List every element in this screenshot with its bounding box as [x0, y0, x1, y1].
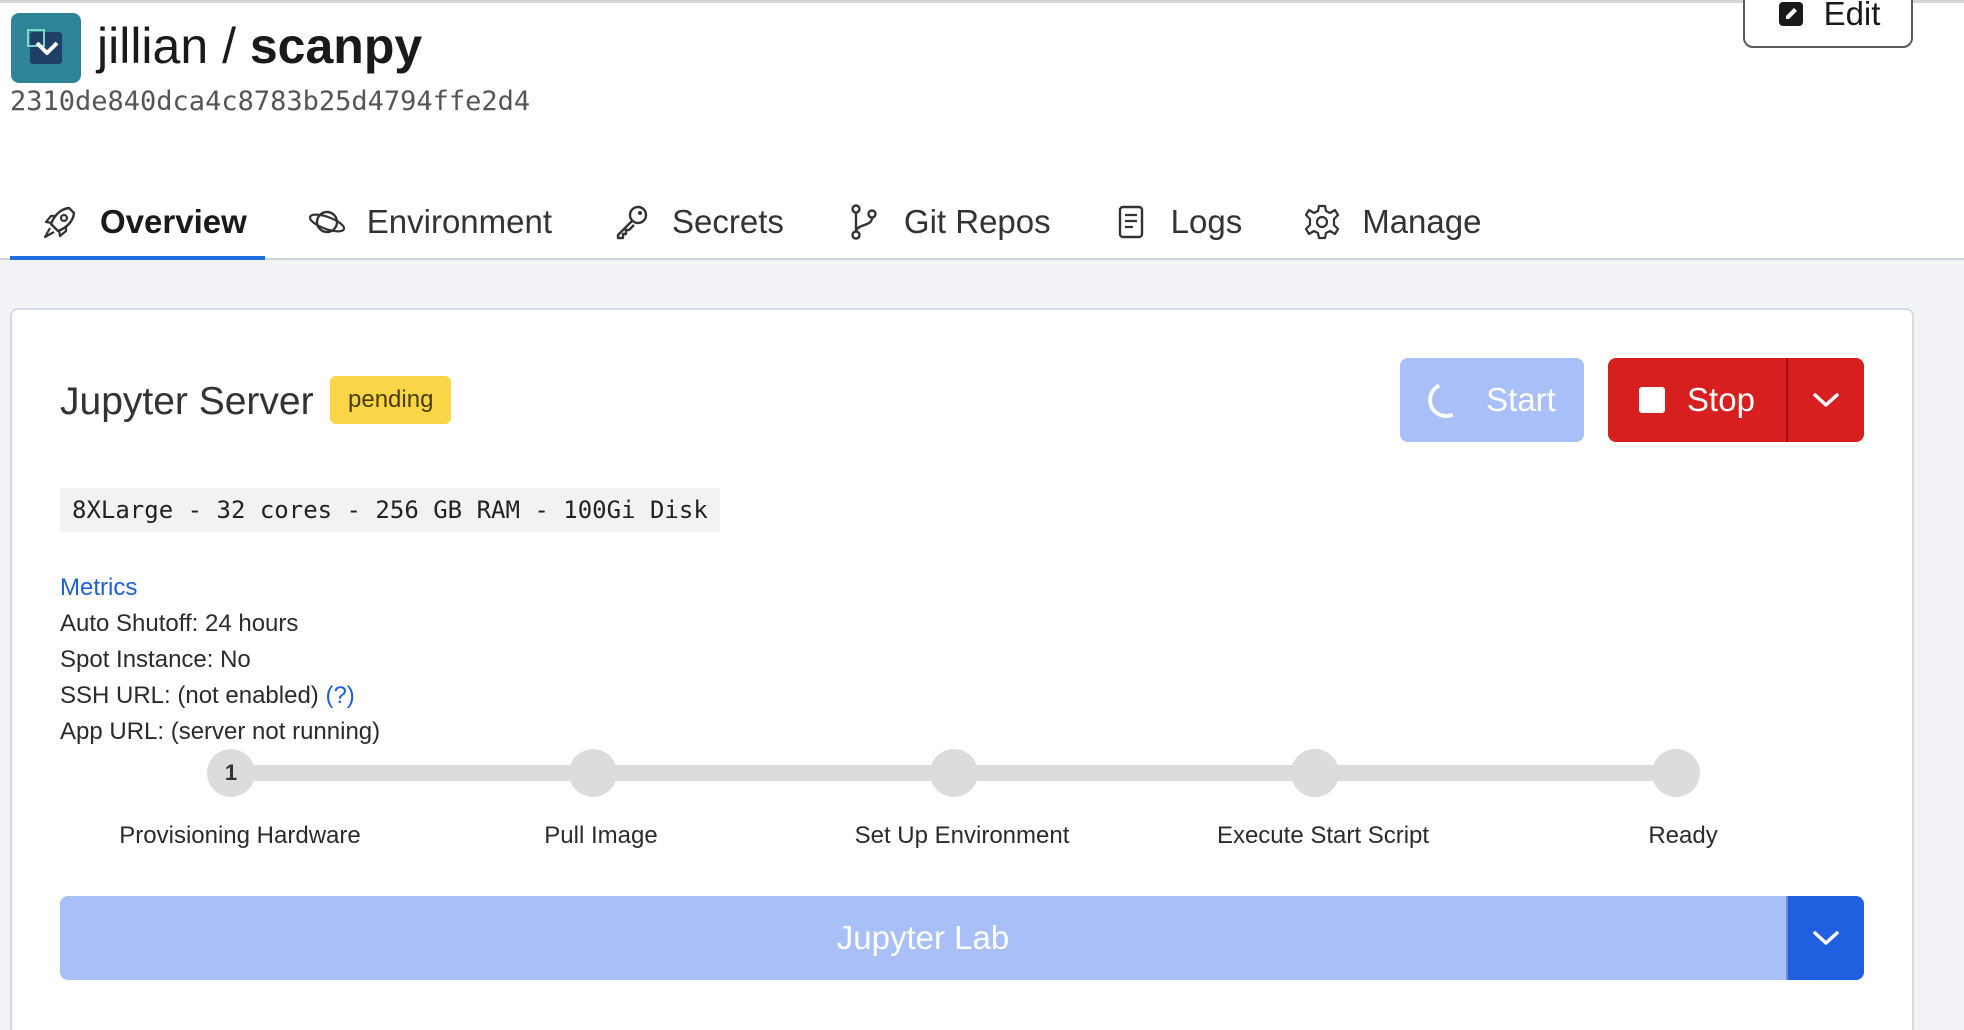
repo-name[interactable]: scanpy [250, 18, 422, 74]
instance-spec: 8XLarge - 32 cores - 256 GB RAM - 100Gi … [60, 488, 720, 532]
step-node-1: 1 [207, 749, 255, 797]
server-title: Jupyter Server [60, 380, 314, 423]
step-node-3 [930, 749, 978, 797]
key-icon [616, 205, 648, 240]
edit-button[interactable]: Edit [1743, 0, 1913, 48]
edit-label: Edit [1823, 0, 1881, 32]
tab-label: Git Repos [903, 203, 1051, 240]
tab-manage[interactable]: Manage [1272, 184, 1511, 260]
tab-bar: Overview Environment Secrets Git Repos L… [10, 184, 1511, 260]
tab-environment[interactable]: Environment [277, 184, 582, 260]
stop-icon [1639, 387, 1666, 413]
git-branch-icon [851, 204, 877, 240]
top-divider [0, 0, 1964, 3]
tab-label: Overview [100, 203, 247, 240]
app-url: App URL: (server not running) [60, 718, 381, 745]
ssh-url: SSH URL: (not enabled) [60, 682, 319, 709]
step-node-4 [1291, 749, 1339, 797]
stop-button-group: Stop [1608, 358, 1864, 442]
tab-git-repos[interactable]: Git Repos [814, 184, 1081, 260]
spot-instance: Spot Instance: No [60, 646, 251, 673]
server-details: Metrics Auto Shutoff: 24 hours Spot Inst… [60, 570, 380, 750]
step-node-5 [1652, 749, 1700, 797]
start-button[interactable]: Start [1400, 358, 1584, 442]
stop-button[interactable]: Stop [1608, 358, 1786, 442]
repo-logo [11, 13, 81, 83]
ssh-help-link[interactable]: (?) [325, 682, 354, 709]
start-label: Start [1486, 381, 1556, 418]
step-label-start-script: Execute Start Script [1216, 822, 1430, 849]
tab-label: Environment [366, 203, 553, 240]
launch-button-group: Jupyter Lab [60, 896, 1864, 980]
jupyter-lab-button[interactable]: Jupyter Lab [60, 896, 1786, 980]
title-separator: / [208, 18, 250, 74]
step-label-pull-image: Pull Image [544, 822, 658, 849]
ssh-url-row: SSH URL: (not enabled) (?) [60, 678, 380, 714]
tab-label: Manage [1362, 203, 1482, 240]
logo-icon [27, 29, 62, 64]
auto-shutoff: Auto Shutoff: 24 hours [60, 610, 299, 637]
step-label-setup-environment: Set Up Environment [854, 822, 1070, 849]
step-label-ready: Ready [1648, 822, 1718, 849]
metrics-link[interactable]: Metrics [60, 570, 380, 606]
document-icon [1118, 205, 1143, 239]
spinner-icon [1423, 376, 1470, 424]
step-node-2 [569, 749, 617, 797]
chevron-down-icon [1813, 393, 1839, 407]
launch-dropdown-button[interactable] [1788, 896, 1864, 980]
edit-icon [1778, 2, 1803, 26]
status-badge: pending [330, 376, 452, 424]
step-label-provisioning: Provisioning Hardware [119, 822, 361, 849]
tab-logs[interactable]: Logs [1081, 184, 1273, 260]
planet-icon [308, 210, 345, 234]
gear-icon [1305, 204, 1340, 240]
tab-secrets[interactable]: Secrets [582, 184, 814, 260]
owner-name[interactable]: jillian [97, 18, 208, 74]
page-title: jillian / scanpy [97, 16, 422, 76]
stop-label: Stop [1687, 381, 1755, 418]
page: jillian / scanpy 2310de840dca4c8783b25d4… [0, 0, 1964, 1030]
commit-hash: 2310de840dca4c8783b25d4794ffe2d4 [10, 86, 531, 117]
stop-dropdown-button[interactable] [1788, 358, 1864, 442]
tab-overview[interactable]: Overview [10, 184, 277, 260]
rocket-icon [43, 206, 76, 239]
chevron-down-icon [1813, 931, 1839, 945]
tab-label: Secrets [672, 203, 784, 240]
tab-label: Logs [1170, 203, 1243, 240]
